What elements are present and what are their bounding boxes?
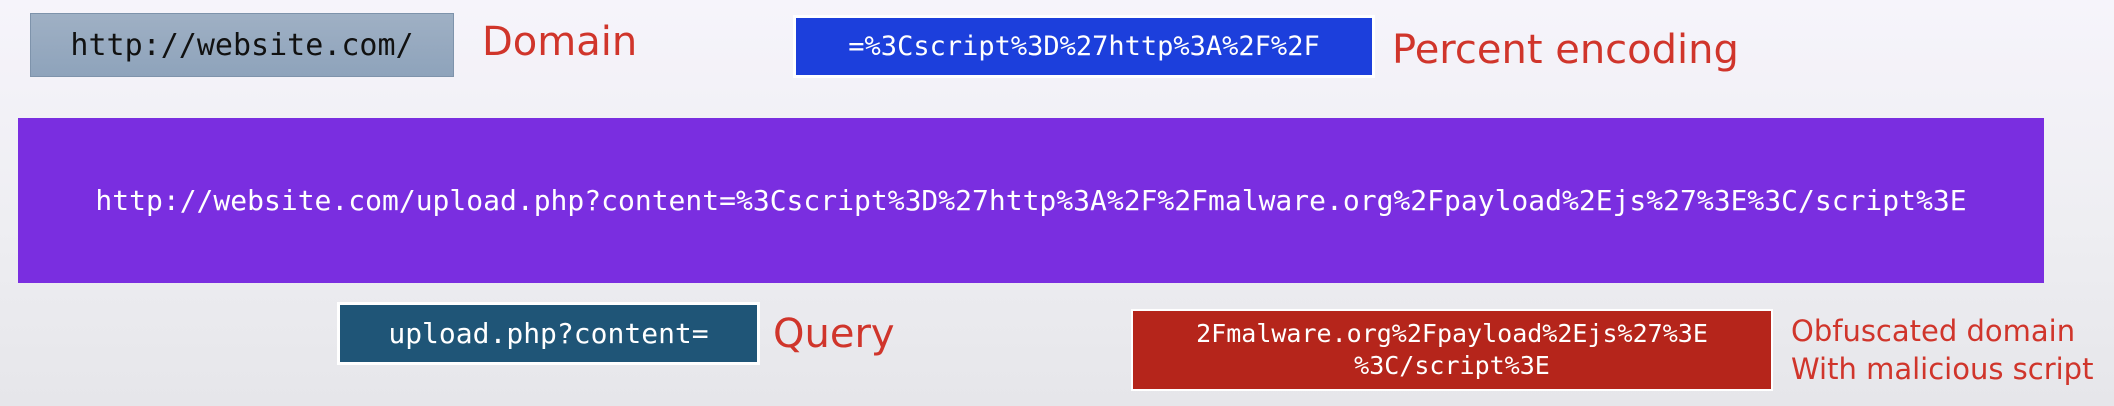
query-text: upload.php?content=: [388, 317, 709, 350]
percent-encoding-text: =%3Cscript%3D%27http%3A%2F%2F: [848, 31, 1320, 62]
obfuscated-text-line: 2Fmalware.org%2Fpayload%2Ejs%27%3E: [1196, 318, 1708, 348]
domain-label: Domain: [482, 19, 638, 65]
percent-encoding-box: =%3Cscript%3D%27http%3A%2F%2F: [793, 15, 1375, 78]
percent-encoding-label: Percent encoding: [1392, 27, 1739, 73]
obfuscated-label-line: Obfuscated domain: [1791, 314, 2076, 348]
full-url-text: http://website.com/upload.php?content=%3…: [95, 184, 1967, 217]
query-label: Query: [773, 311, 895, 357]
obfuscated-text-line: %3C/script%3E: [1354, 351, 1550, 380]
obfuscated-domain-box: 2Fmalware.org%2Fpayload%2Ejs%27%3E %3C/s…: [1131, 309, 1773, 391]
domain-box: http://website.com/: [30, 13, 454, 77]
obfuscated-label-line: With malicious script: [1791, 351, 2094, 386]
domain-text: http://website.com/: [70, 27, 414, 63]
query-box: upload.php?content=: [337, 302, 760, 365]
obfuscated-domain-label: Obfuscated domain With malicious script: [1791, 313, 2093, 388]
full-url-band: http://website.com/upload.php?content=%3…: [18, 118, 2044, 283]
